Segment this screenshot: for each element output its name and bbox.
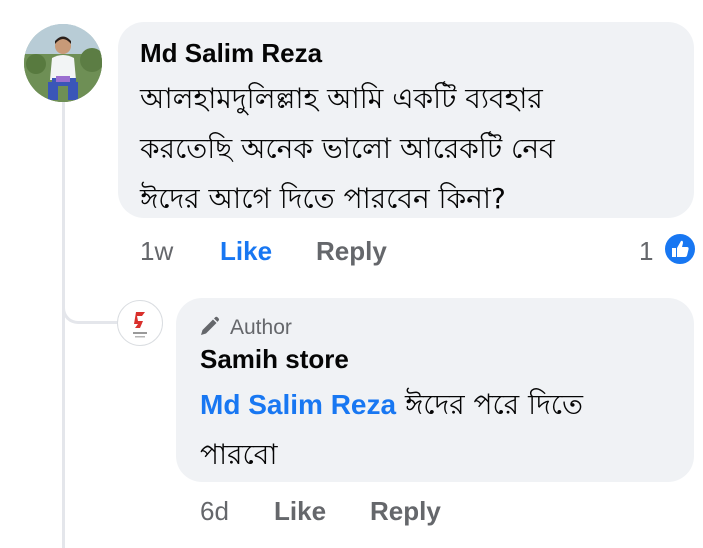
reply-text: Md Salim Reza ঈদের পরে দিতে পারবো xyxy=(200,380,583,480)
reply-reply-button[interactable]: Reply xyxy=(370,496,441,527)
commenter-avatar[interactable] xyxy=(24,24,102,102)
reply-like-button[interactable]: Like xyxy=(274,496,326,527)
pencil-icon xyxy=(201,316,220,335)
thread-line xyxy=(62,100,65,548)
reply-author-name[interactable]: Samih store xyxy=(200,344,349,375)
comment-reply-button[interactable]: Reply xyxy=(316,236,387,267)
reply-text-line: Md Salim Reza ঈদের পরে দিতে xyxy=(200,380,583,430)
comment-author-name[interactable]: Md Salim Reza xyxy=(140,38,322,69)
comment-text-line: ঈদের আগে দিতে পারবেন কিনা? xyxy=(140,182,506,215)
reaction-count[interactable]: 1 xyxy=(639,236,653,267)
comment-like-button[interactable]: Like xyxy=(220,236,272,267)
comment-text-line: আলহামদুলিল্লাহ আমি একটি ব্যবহার xyxy=(140,82,543,115)
reply-text-part: ঈদের পরে দিতে xyxy=(404,388,584,421)
reply-timestamp[interactable]: 6d xyxy=(200,496,229,527)
comment-bubble: Md Salim Reza আলহামদুলিল্লাহ আমি একটি ব্… xyxy=(118,22,694,218)
comment-timestamp[interactable]: 1w xyxy=(140,236,173,267)
like-reaction-badge[interactable] xyxy=(663,232,697,266)
mention-link[interactable]: Md Salim Reza xyxy=(200,389,396,420)
reply-bubble: Author Samih store Md Salim Reza ঈদের পর… xyxy=(176,298,694,482)
thread-connector xyxy=(62,300,118,324)
store-avatar[interactable] xyxy=(117,300,163,346)
like-thumb-icon xyxy=(672,240,689,257)
comment-text-line: করতেছি অনেক ভালো আরেকটি নেব xyxy=(140,132,555,165)
reply-text-line: পারবো xyxy=(200,438,278,471)
avatar-photo-icon xyxy=(24,24,102,102)
comment-text: আলহামদুলিল্লাহ আমি একটি ব্যবহার করতেছি অ… xyxy=(140,74,555,224)
author-badge-label: Author xyxy=(230,316,292,339)
store-logo-icon xyxy=(133,312,147,338)
